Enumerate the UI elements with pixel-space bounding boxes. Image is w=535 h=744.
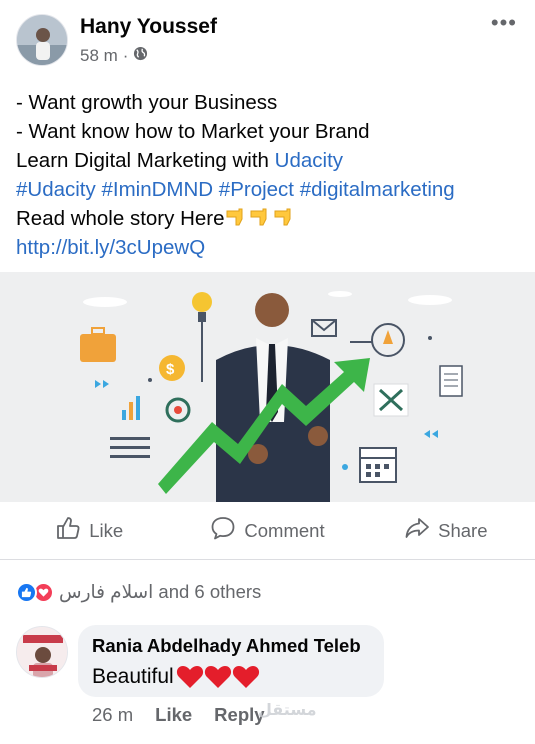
post-actions: Like Comment Share bbox=[0, 502, 535, 560]
hashtag-link[interactable]: #Udacity bbox=[16, 178, 96, 201]
post-header: Hany Youssef 58 m · ••• bbox=[0, 0, 535, 80]
commenter-name[interactable]: Rania Abdelhady Ahmed Teleb bbox=[92, 635, 370, 657]
hashtag-link[interactable]: #Project bbox=[219, 178, 294, 201]
hashtag-link[interactable]: #digitalmarketing bbox=[300, 178, 455, 201]
commenter-avatar[interactable] bbox=[16, 626, 68, 678]
pointing-down-emoji-icon bbox=[226, 208, 243, 226]
hashtag-line: #Udacity #IminDMND #Project #digitalmark… bbox=[16, 175, 526, 204]
like-label: Like bbox=[89, 519, 124, 541]
comment-bubble: Rania Abdelhady Ahmed Teleb Beautiful bbox=[78, 625, 384, 697]
share-button[interactable]: Share bbox=[357, 502, 535, 559]
read-story-text: Read whole story Here bbox=[16, 207, 225, 230]
udacity-link[interactable]: Udacity bbox=[275, 149, 343, 172]
hashtag-link[interactable]: #IminDMND bbox=[101, 178, 213, 201]
like-reaction-icon bbox=[16, 581, 37, 603]
post-image[interactable]: $ bbox=[0, 272, 535, 502]
svg-text:$: $ bbox=[166, 361, 175, 378]
comment-button[interactable]: Comment bbox=[178, 502, 356, 559]
post-line-3-prefix: Learn Digital Marketing with bbox=[16, 149, 275, 172]
meta-separator: · bbox=[122, 46, 129, 65]
post-time[interactable]: 58 m bbox=[80, 46, 118, 66]
reaction-names: اسلام فارس and 6 others bbox=[59, 581, 262, 602]
comment-label: Comment bbox=[244, 519, 325, 541]
post-line-2: - Want know how to Market your Brand bbox=[16, 120, 370, 143]
post-line-1: - Want growth your Business bbox=[16, 91, 278, 114]
post-text: - Want growth your Business - Want know … bbox=[16, 88, 526, 262]
more-icon[interactable]: ••• bbox=[491, 10, 517, 36]
pointing-down-emoji-icon bbox=[274, 208, 291, 226]
comment-meta: 26 m Like Reply bbox=[92, 704, 265, 726]
heart-emoji-icon bbox=[176, 666, 259, 688]
comment-reply-button[interactable]: Reply bbox=[214, 704, 264, 726]
post-meta: 58 m · bbox=[80, 46, 148, 66]
globe-icon bbox=[133, 46, 148, 66]
comment-body: Beautiful bbox=[92, 665, 174, 688]
reactions-summary[interactable]: اسلام فارس and 6 others bbox=[16, 578, 261, 606]
like-button[interactable]: Like bbox=[0, 502, 178, 559]
post-line-5: Read whole story Here bbox=[16, 204, 526, 233]
comment-icon bbox=[210, 515, 236, 546]
short-url-link[interactable]: http://bit.ly/3cUpewQ bbox=[16, 233, 526, 262]
post-line-3: Learn Digital Marketing with Udacity bbox=[16, 146, 526, 175]
author-avatar[interactable] bbox=[16, 14, 68, 66]
pointing-down-emoji-icon bbox=[250, 208, 267, 226]
comment-like-button[interactable]: Like bbox=[155, 704, 192, 726]
watermark-logo: مستقل bbox=[258, 702, 317, 719]
share-icon bbox=[404, 515, 430, 546]
share-label: Share bbox=[438, 519, 488, 541]
author-name[interactable]: Hany Youssef bbox=[80, 15, 217, 39]
thumbs-up-icon bbox=[55, 515, 81, 546]
comment-time[interactable]: 26 m bbox=[92, 704, 133, 726]
comment-text: Beautiful bbox=[92, 664, 370, 690]
